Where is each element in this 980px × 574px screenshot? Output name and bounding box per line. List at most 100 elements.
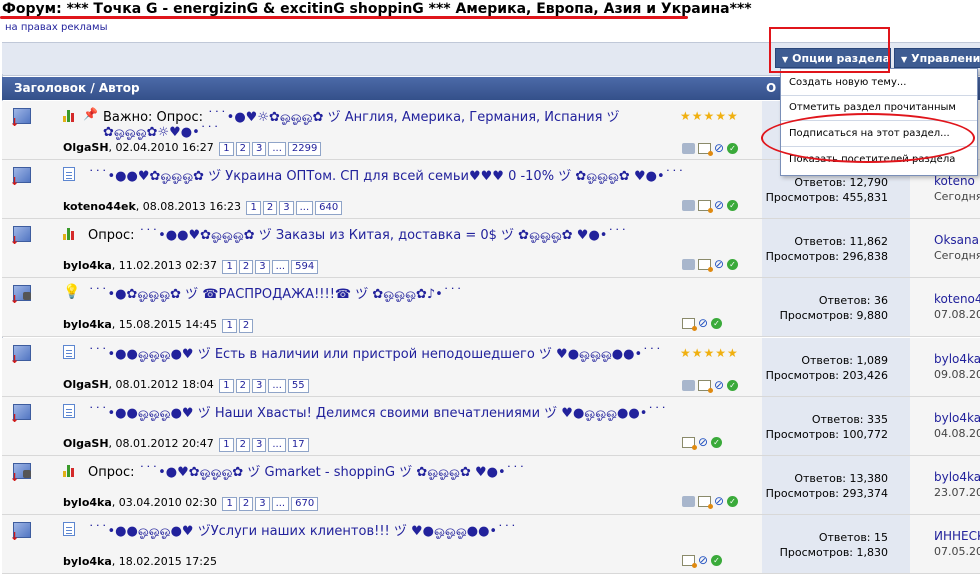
page-link[interactable]: 3 — [255, 260, 270, 274]
page-link[interactable]: 2299 — [287, 142, 322, 156]
page-link[interactable]: ... — [295, 201, 314, 215]
page-link[interactable]: 3 — [279, 201, 294, 215]
last-post-user[interactable]: bylo4ka — [934, 352, 980, 366]
thread-title-text[interactable]: ˙˙˙•●●ஓஓஓ●♥ ヅУслуги наших клиентов!!! ヅ … — [88, 524, 517, 539]
thread-title[interactable]: ˙˙˙•●●ஓஓஓ●♥ ヅУслуги наших клиентов!!! ヅ … — [88, 524, 688, 539]
thread-author[interactable]: OlgaSH — [63, 437, 109, 450]
mail-icon — [682, 437, 697, 450]
mail-icon — [698, 143, 713, 156]
thread-row[interactable]: ↓ ˙˙˙•●●ஓஓஓ●♥ ヅ Наши Хвасты! Делимся сво… — [2, 397, 980, 456]
answers-count: Ответов: 13,380 — [794, 472, 888, 485]
thread-row[interactable]: ↓ Опрос: ˙˙˙•●●♥✿ஓஓஓ✿ ヅ Заказы из Китая,… — [2, 219, 980, 278]
last-post-user[interactable]: bylo4ka — [934, 411, 980, 425]
new-posts-arrow-icon[interactable]: ↓ — [10, 354, 19, 365]
page-link[interactable]: 3 — [255, 497, 270, 511]
mail-icon — [682, 555, 697, 568]
thread-stats: Ответов: 15 Просмотров: 1,830 — [762, 515, 910, 573]
thread-author[interactable]: bylo4ka — [63, 259, 112, 272]
new-posts-arrow-icon[interactable]: ↓ — [10, 294, 19, 305]
page-link[interactable]: 2 — [235, 438, 250, 452]
paperclip-icon[interactable]: ⊘ — [714, 495, 724, 507]
new-posts-arrow-icon[interactable]: ↓ — [10, 176, 19, 187]
management-button[interactable]: ▼Управление — [894, 48, 980, 68]
last-post-user[interactable]: koteno4 — [934, 292, 980, 306]
page-link[interactable]: 1 — [246, 201, 261, 215]
thread-flags: ⊘ ✓ — [682, 316, 725, 331]
thread-author[interactable]: bylo4ka — [63, 496, 112, 509]
paperclip-icon[interactable]: ⊘ — [698, 436, 708, 448]
thread-title[interactable]: ˙˙˙•●●♥✿ஓஓஓ✿ ヅ Украина ОПТом. СП для все… — [88, 169, 688, 184]
thread-title-text[interactable]: ˙˙˙•●♥✿ஓஓஓ✿ ヅ Gmarket - shoppinG ヅ ✿ஓஓஓ✿… — [134, 465, 526, 480]
thread-title[interactable]: ˙˙˙•●●ஓஓஓ●♥ ヅ Наши Хвасты! Делимся своим… — [88, 406, 688, 421]
page-link[interactable]: 1 — [219, 379, 234, 393]
new-posts-arrow-icon[interactable]: ↓ — [10, 117, 19, 128]
paperclip-icon[interactable]: ⊘ — [698, 317, 708, 329]
thread-row[interactable]: ↓ Опрос: ˙˙˙•●♥✿ஓஓஓ✿ ヅ Gmarket - shoppin… — [2, 456, 980, 515]
page-link[interactable]: 2 — [235, 379, 250, 393]
thread-row[interactable]: ↓ ˙˙˙•●●ஓஓஓ●♥ ヅ Есть в наличии или прист… — [2, 338, 980, 397]
page-link[interactable]: 2 — [238, 497, 254, 511]
thread-title-text[interactable]: ˙˙˙•●✿ஓஓஓ✿ ヅ ☎РАСПРОДАЖА!!!!☎ ヅ ✿ஓஓஓ✿♪•˙… — [88, 287, 462, 302]
new-posts-arrow-icon[interactable]: ↓ — [10, 413, 19, 424]
paperclip-icon[interactable]: ⊘ — [714, 379, 724, 391]
page-link[interactable]: 640 — [315, 201, 343, 215]
mail-icon — [698, 496, 713, 509]
column-title-author[interactable]: Заголовок / Автор — [14, 77, 140, 100]
mail-icon — [698, 259, 713, 272]
page-link[interactable]: 1 — [222, 497, 237, 511]
page-link[interactable]: ... — [268, 379, 286, 393]
paperclip-icon[interactable]: ⊘ — [714, 258, 724, 270]
thread-title-text[interactable]: ˙˙˙•●●ஓஓஓ●♥ ヅ Есть в наличии или пристро… — [88, 347, 662, 362]
last-post-user[interactable]: koteno — [934, 174, 975, 188]
thread-author[interactable]: bylo4ka — [63, 555, 112, 568]
thread-author[interactable]: koteno44ek — [63, 200, 136, 213]
answers-count: Ответов: 36 — [818, 294, 888, 307]
thread-title[interactable]: Опрос: ˙˙˙•●●♥✿ஓஓஓ✿ ヅ Заказы из Китая, д… — [88, 228, 688, 243]
page-link[interactable]: 3 — [251, 142, 267, 156]
page-link[interactable]: ... — [268, 438, 286, 452]
thread-title-text[interactable]: ˙˙˙•●●♥✿ஓஓஓ✿ ヅ Заказы из Китая, доставка… — [134, 228, 627, 243]
page-link[interactable]: 55 — [287, 379, 309, 393]
thread-title[interactable]: Опрос: ˙˙˙•●♥✿ஓஓஓ✿ ヅ Gmarket - shoppinG … — [88, 465, 688, 480]
page-link[interactable]: 1 — [222, 260, 237, 274]
thread-author[interactable]: bylo4ka — [63, 318, 112, 331]
last-post-user[interactable]: OksanaB — [934, 233, 980, 247]
column-partial[interactable]: О — [766, 77, 776, 100]
ad-link[interactable]: на правах рекламы — [5, 22, 107, 33]
page-link[interactable]: 670 — [291, 497, 319, 511]
paperclip-icon[interactable]: ⊘ — [714, 142, 724, 154]
last-post-user[interactable]: ИННЕСК — [934, 529, 980, 543]
page-link[interactable]: 2 — [238, 260, 254, 274]
thread-row[interactable]: ↓ ˙˙˙•●●ஓஓஓ●♥ ヅУслуги наших клиентов!!! … — [2, 515, 980, 574]
paperclip-icon[interactable]: ⊘ — [714, 199, 724, 211]
paperclip-icon[interactable]: ⊘ — [698, 554, 708, 566]
page-link[interactable]: ... — [268, 142, 286, 156]
new-posts-arrow-icon[interactable]: ↓ — [10, 235, 19, 246]
page-link[interactable]: 1 — [219, 438, 234, 452]
page-link[interactable]: 2 — [262, 201, 278, 215]
thread-author[interactable]: OlgaSH — [63, 141, 109, 154]
new-posts-arrow-icon[interactable]: ↓ — [10, 472, 19, 483]
page-link[interactable]: 3 — [251, 379, 267, 393]
menu-item-new-thread[interactable]: Создать новую тему... — [789, 77, 906, 88]
page-link[interactable]: ... — [271, 260, 290, 274]
thread-title[interactable]: ˙˙˙•●●ஓஓஓ●♥ ヅ Есть в наличии или пристро… — [88, 347, 688, 362]
page-link[interactable]: 2 — [235, 142, 250, 156]
thread-row[interactable]: ↓ 💡 ˙˙˙•●✿ஓஓஓ✿ ヅ ☎РАСПРОДАЖА!!!!☎ ヅ ✿ஓஓஓ… — [2, 278, 980, 337]
thread-title[interactable]: Важно: Опрос: ˙˙˙•●♥☼✿ஓஓஓ✿ ヅ Англия, Аме… — [103, 110, 703, 142]
new-posts-arrow-icon[interactable]: ↓ — [10, 531, 19, 542]
page-link[interactable]: 594 — [291, 260, 319, 274]
last-post-user[interactable]: bylo4ka — [934, 470, 980, 484]
page-link[interactable]: 1 — [219, 142, 234, 156]
thread-title[interactable]: ˙˙˙•●✿ஓஓஓ✿ ヅ ☎РАСПРОДАЖА!!!!☎ ヅ ✿ஓஓஓ✿♪•˙… — [88, 287, 688, 302]
page-link[interactable]: 1 — [222, 319, 237, 333]
thread-title-text[interactable]: ˙˙˙•●●ஓஓஓ●♥ ヅ Наши Хвасты! Делимся своим… — [88, 406, 667, 421]
page-link[interactable]: 17 — [287, 438, 309, 452]
page-link[interactable]: 2 — [238, 319, 254, 333]
thread-author[interactable]: OlgaSH — [63, 378, 109, 391]
page-link[interactable]: 3 — [251, 438, 267, 452]
page-link[interactable]: ... — [271, 497, 290, 511]
thread-title-text[interactable]: ˙˙˙•●●♥✿ஓஓஓ✿ ヅ Украина ОПТом. СП для все… — [88, 169, 684, 184]
menu-item-mark-read[interactable]: Отметить раздел прочитанным — [789, 102, 956, 113]
thread-date: 11.02.2013 02:37 — [118, 259, 217, 272]
